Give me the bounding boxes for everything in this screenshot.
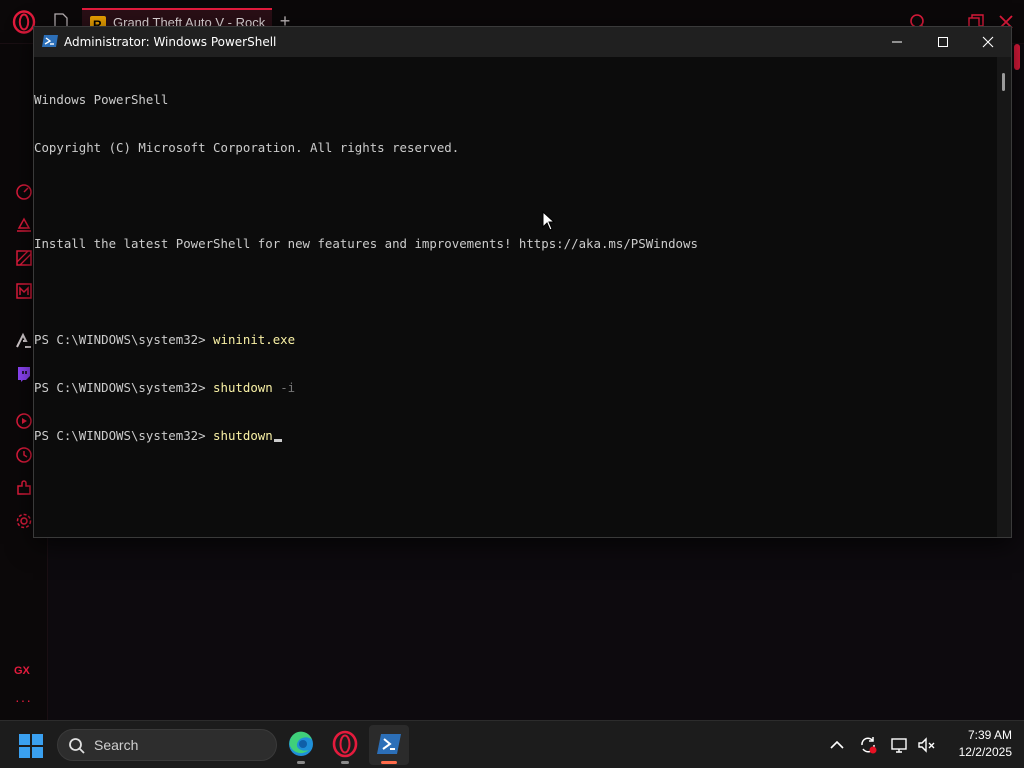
arc-app-icon[interactable] (14, 331, 34, 351)
settings-gear-icon[interactable] (14, 511, 34, 531)
powershell-icon (377, 734, 401, 754)
twitch-icon[interactable] (14, 364, 34, 384)
windows-taskbar: Search 7:39 AM 12/2/2025 (0, 720, 1024, 768)
current-command-text[interactable]: shutdown (213, 428, 273, 443)
search-icon (69, 738, 85, 754)
console-scrollbar[interactable] (997, 57, 1011, 537)
sidebar-more-icon[interactable]: ··· (15, 693, 35, 707)
sync-icon[interactable] (858, 735, 878, 755)
taskbar-clock[interactable]: 7:39 AM 12/2/2025 (940, 727, 1012, 761)
console-line: Copyright (C) Microsoft Corporation. All… (34, 140, 460, 155)
taskbar-edge-button[interactable] (281, 725, 321, 765)
console-line: Install the latest PowerShell for new fe… (34, 236, 698, 251)
prompt: PS C:\WINDOWS\system32> (34, 332, 214, 347)
gx-corner-icon[interactable] (14, 215, 34, 235)
current-input-line[interactable]: PS C:\WINDOWS\system32> shutdown (34, 428, 999, 444)
chevron-up-icon[interactable] (827, 735, 847, 755)
running-indicator (297, 761, 305, 764)
network-icon[interactable] (890, 735, 910, 755)
powershell-icon (42, 35, 58, 47)
scrollbar-thumb[interactable] (1002, 73, 1005, 91)
gaming-news-icon[interactable] (14, 248, 34, 268)
running-indicator (341, 761, 349, 764)
command-line: PS C:\WINDOWS\system32> shutdown -i (34, 380, 999, 396)
command-text: wininit.exe (213, 332, 296, 347)
browser-scrollbar[interactable] (1014, 44, 1020, 70)
minimize-button[interactable] (874, 27, 920, 57)
command-param: -i (272, 380, 296, 395)
command-line: PS C:\WINDOWS\system32> wininit.exe (34, 332, 999, 348)
gx-control-label[interactable]: GX (14, 665, 36, 679)
opera-gx-icon (332, 730, 358, 758)
volume-muted-icon[interactable] (917, 735, 937, 755)
mouse-pointer-icon (542, 211, 556, 231)
close-x-icon (982, 36, 994, 48)
clock-date: 12/2/2025 (958, 745, 1012, 759)
window-title: Administrator: Windows PowerShell (64, 35, 277, 49)
prompt: PS C:\WINDOWS\system32> (34, 380, 214, 395)
taskbar-search-box[interactable]: Search (57, 729, 277, 761)
powershell-titlebar[interactable]: Administrator: Windows PowerShell (34, 27, 1011, 57)
powershell-window: Administrator: Windows PowerShell Window… (33, 26, 1012, 538)
minimize-icon (892, 41, 902, 43)
command-text: shutdown (213, 380, 273, 395)
text-cursor (273, 439, 282, 442)
mail-icon[interactable] (14, 281, 34, 301)
maximize-button[interactable] (920, 27, 966, 57)
player-icon[interactable] (14, 411, 34, 431)
taskbar-powershell-button[interactable] (369, 725, 409, 765)
extensions-icon[interactable] (14, 478, 34, 498)
history-icon[interactable] (14, 445, 34, 465)
close-button[interactable] (965, 27, 1011, 57)
maximize-icon (938, 37, 948, 47)
speed-dial-icon[interactable] (14, 181, 34, 201)
edge-icon (289, 731, 313, 756)
active-indicator (381, 761, 397, 764)
windows-start-icon[interactable] (18, 733, 44, 759)
console-line: Windows PowerShell (34, 92, 169, 107)
clock-time: 7:39 AM (967, 728, 1012, 742)
console-output[interactable]: Windows PowerShell Copyright (C) Microso… (34, 57, 999, 537)
taskbar-opera-gx-button[interactable] (325, 725, 365, 765)
prompt: PS C:\WINDOWS\system32> (34, 428, 214, 443)
search-label: Search (94, 737, 139, 753)
